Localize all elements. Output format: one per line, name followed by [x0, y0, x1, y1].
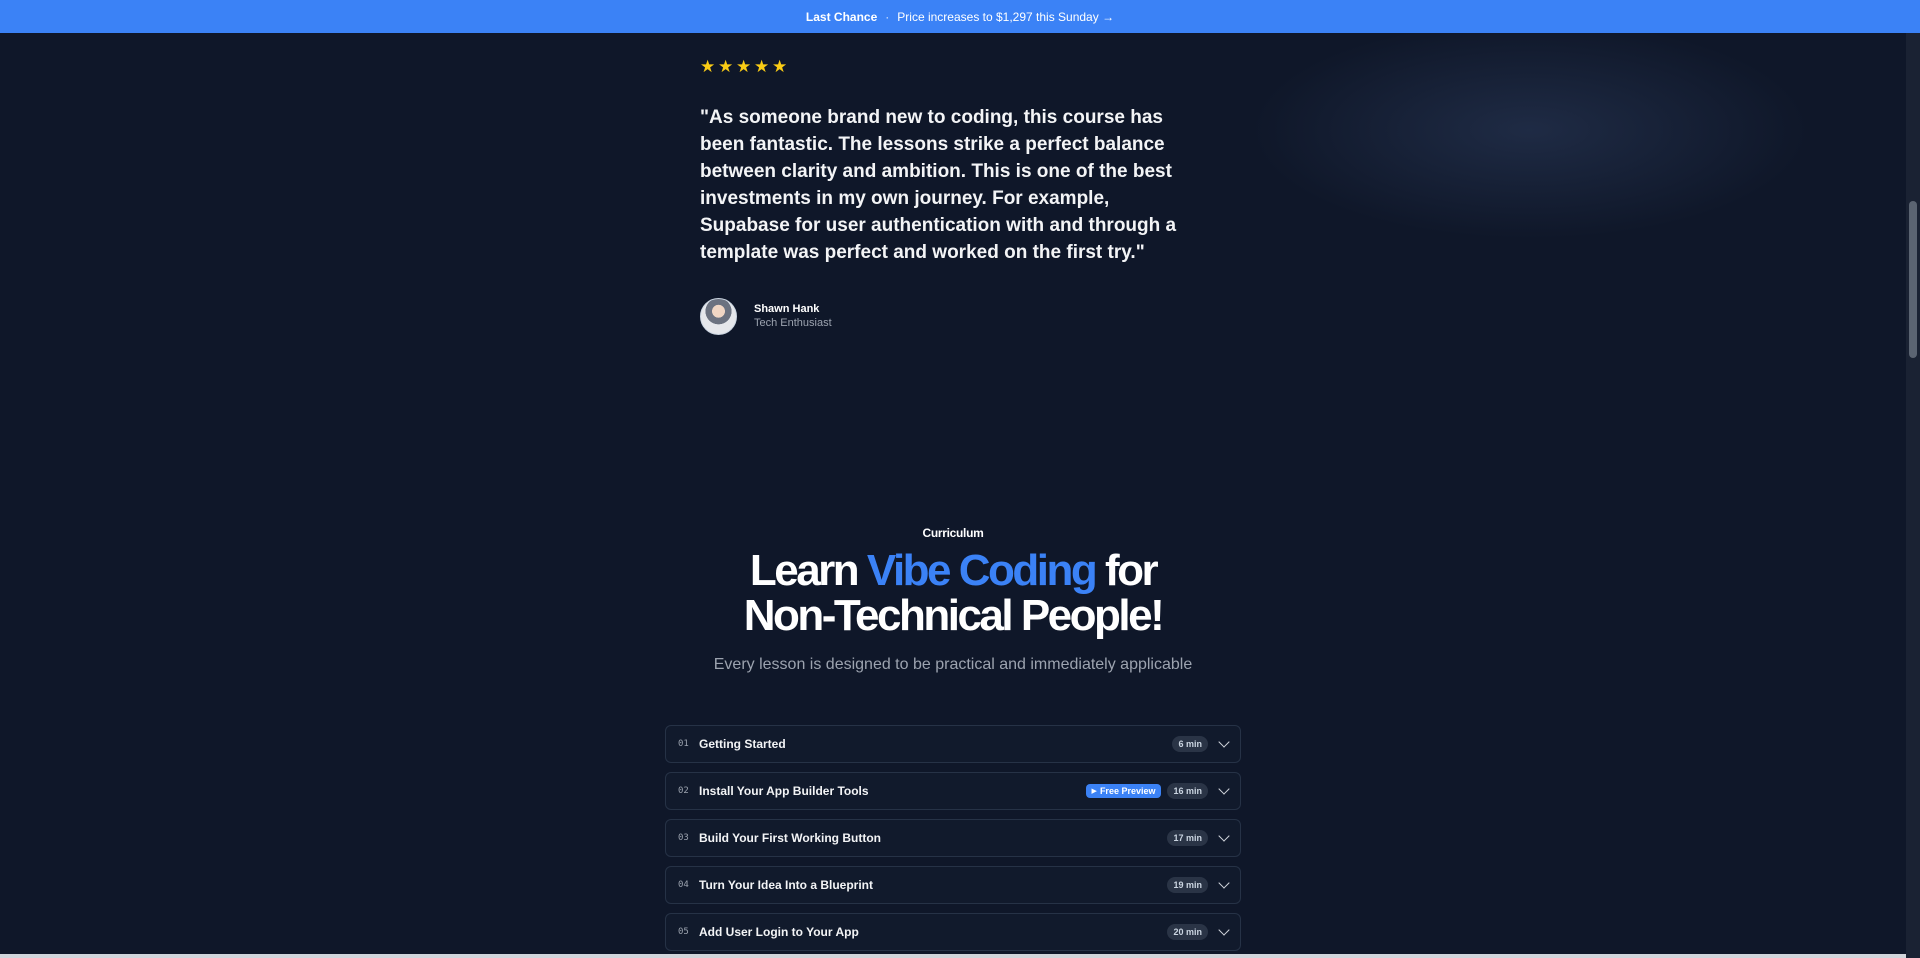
free-preview-badge[interactable]: ▶ Free Preview — [1085, 784, 1162, 798]
testimonial: ★ ★ ★ ★ ★ "As someone brand new to coding, t… — [700, 58, 1220, 335]
chevron-down-icon[interactable] — [1218, 736, 1230, 748]
background-glow — [1250, 20, 1810, 240]
lesson-number: 04 — [678, 880, 689, 890]
chevron-down-icon[interactable] — [1218, 783, 1230, 795]
star-icon: ★ — [718, 57, 734, 76]
lesson-title: Add User Login to Your App — [699, 925, 859, 939]
announcement-strong: Last Chance — [805, 9, 878, 24]
headline-line2: Non-Technical People! — [743, 591, 1165, 640]
scrollbar[interactable] — [1906, 33, 1920, 958]
headline-accent: Vibe Coding — [866, 546, 1098, 595]
lesson-title: Build Your First Working Button — [699, 831, 881, 845]
author-info: Shawn Hank Tech Enthusiast — [754, 302, 832, 331]
chevron-down-icon[interactable] — [1218, 924, 1230, 936]
curriculum-label: Curriculum — [922, 526, 984, 540]
chevron-down-icon[interactable] — [1218, 877, 1230, 889]
lesson-duration: 16 min — [1167, 783, 1208, 799]
lesson-item[interactable]: 05 Add User Login to Your App 20 min — [665, 913, 1241, 951]
lesson-duration: 17 min — [1167, 830, 1208, 846]
testimonial-quote: "As someone brand new to coding, this co… — [700, 107, 1177, 263]
announcement-bar[interactable]: Last Chance · Price increases to $1,297 … — [0, 0, 1920, 33]
lesson-number: 03 — [678, 833, 689, 843]
curriculum-subhead: Every lesson is designed to be practical… — [713, 656, 1193, 673]
headline-part2: for — [1105, 546, 1159, 595]
star-icon: ★ — [700, 57, 716, 76]
page: Last Chance · Price increases to $1,297 … — [0, 0, 1920, 958]
chevron-down-icon[interactable] — [1218, 830, 1230, 842]
lesson-title: Turn Your Idea Into a Blueprint — [699, 878, 874, 892]
lesson-item[interactable]: 04 Turn Your Idea Into a Blueprint 19 min — [665, 866, 1241, 904]
curriculum-headline: Learn Vibe Coding for Non-Technical Peop… — [0, 548, 1906, 638]
star-icon: ★ — [736, 57, 752, 76]
star-icon: ★ — [754, 57, 770, 76]
lesson-item[interactable]: 02 Install Your App Builder Tools ▶ Free Pr… — [665, 772, 1241, 810]
headline-part1: Learn — [749, 546, 860, 595]
author-role: Tech Enthusiast — [754, 317, 832, 329]
star-icon: ★ — [772, 57, 788, 76]
lesson-title: Getting Started — [699, 737, 786, 751]
lesson-number: 05 — [678, 927, 689, 937]
lesson-item[interactable]: 01 Getting Started 6 min — [665, 725, 1241, 763]
testimonial-author: Shawn Hank Tech Enthusiast — [700, 298, 1220, 335]
lesson-duration: 20 min — [1167, 924, 1208, 940]
lesson-number: 02 — [678, 786, 689, 796]
scrollbar-thumb[interactable] — [1909, 201, 1917, 358]
announcement-text: Price increases to $1,297 this Sunday → — [897, 9, 1115, 24]
announcement-separator: · — [885, 9, 890, 24]
star-rating: ★ ★ ★ ★ ★ — [700, 58, 1220, 76]
lesson-list: 01 Getting Started 6 min 02 Install Your App… — [665, 725, 1241, 958]
lesson-duration: 19 min — [1167, 877, 1208, 893]
play-icon: ▶ — [1091, 788, 1097, 795]
page-bottom-edge — [0, 954, 1906, 958]
lesson-number: 01 — [678, 739, 689, 749]
author-name: Shawn Hank — [754, 303, 820, 315]
lesson-duration: 6 min — [1172, 736, 1208, 752]
free-preview-label: Free Preview — [1099, 786, 1156, 796]
avatar — [700, 298, 737, 335]
lesson-title: Install Your App Builder Tools — [699, 784, 869, 798]
lesson-item[interactable]: 03 Build Your First Working Button 17 min — [665, 819, 1241, 857]
